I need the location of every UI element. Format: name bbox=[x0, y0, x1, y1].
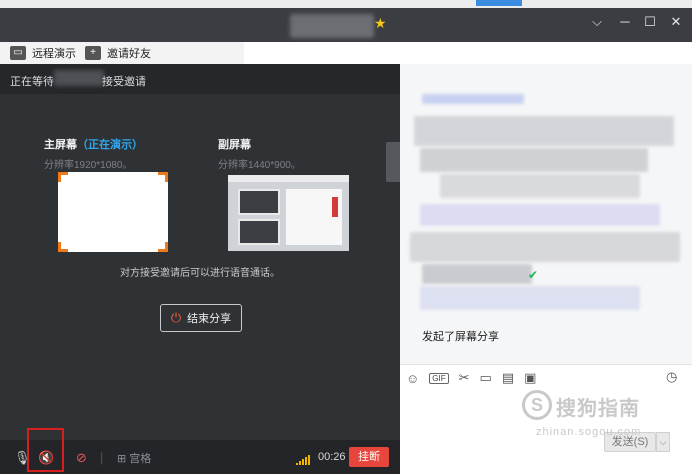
monitor-icon: ▭ bbox=[10, 46, 26, 60]
gif-icon[interactable]: GIF bbox=[429, 372, 449, 384]
thumb-window bbox=[238, 189, 280, 215]
watermark-text: 搜狗指南 bbox=[556, 398, 640, 420]
remote-demo-button[interactable]: ▭ 远程演示 bbox=[10, 45, 76, 61]
end-share-button[interactable]: ⏻ 结束分享 bbox=[160, 304, 242, 332]
top-strip bbox=[0, 0, 692, 8]
status-prefix: 正在等待 bbox=[10, 76, 54, 88]
main-screen-resolution: 分辨率1920*1080。 bbox=[44, 160, 133, 171]
voice-hint: 对方接受邀请后可以进行语音通话。 bbox=[120, 268, 280, 279]
thumb-red-mark bbox=[332, 197, 338, 217]
close-button[interactable]: ✕ bbox=[668, 14, 684, 30]
invite-friends-label: 邀请好友 bbox=[107, 48, 151, 60]
blurred-message bbox=[420, 286, 640, 310]
presenting-badge: （正在演示） bbox=[77, 139, 143, 151]
grid-label: 宫格 bbox=[129, 453, 152, 465]
plus-icon: + bbox=[85, 46, 101, 60]
blurred-message bbox=[440, 174, 640, 198]
blue-tab-edge bbox=[476, 0, 522, 6]
power-icon: ⏻ bbox=[170, 310, 182, 325]
invite-friends-button[interactable]: + 邀请好友 bbox=[85, 45, 151, 61]
screen-share-panel: 正在等待 接受邀请 主屏幕（正在演示） 分辨率1920*1080。 副屏幕 分辨… bbox=[0, 64, 400, 474]
camera-off-icon[interactable]: ⊘ bbox=[76, 450, 87, 466]
blurred-message bbox=[410, 232, 680, 262]
blurred-message bbox=[420, 204, 660, 226]
sub-screen-resolution: 分辨率1440*900。 bbox=[218, 160, 301, 171]
verified-icon: ✔ bbox=[528, 268, 539, 282]
sogou-watermark: S 搜狗指南 zhinan.sogou.com bbox=[522, 390, 682, 450]
thumb-window bbox=[238, 219, 280, 245]
scissors-icon[interactable]: ✂ bbox=[459, 370, 470, 386]
screen-share-message: 发起了屏幕分享 bbox=[422, 331, 499, 343]
waiting-status-bar: 正在等待 接受邀请 bbox=[0, 64, 400, 94]
main-screen-thumbnail[interactable] bbox=[58, 172, 168, 252]
blurred-message bbox=[422, 94, 524, 104]
signal-icon bbox=[296, 455, 310, 465]
divider: | bbox=[100, 450, 104, 465]
corner-marker bbox=[158, 172, 168, 182]
annotation-highlight bbox=[27, 428, 64, 472]
grid-button[interactable]: ⊞ 宫格 bbox=[117, 450, 151, 466]
history-icon[interactable]: ◷ bbox=[666, 369, 677, 385]
thumb-titlebar bbox=[228, 175, 349, 182]
chat-toolbar: ☺ GIF ✂ ▭ ▤ ▣ bbox=[406, 369, 536, 387]
message-list[interactable]: ✔ 发起了屏幕分享 bbox=[400, 64, 692, 364]
file-icon[interactable]: ▤ bbox=[502, 370, 514, 386]
main-screen-label: 主屏幕 bbox=[44, 139, 77, 151]
folder-icon[interactable]: ▭ bbox=[480, 370, 492, 386]
remote-demo-label: 远程演示 bbox=[32, 48, 76, 60]
end-share-label: 结束分享 bbox=[187, 313, 232, 325]
share-toolbar: ▭ 远程演示 + 邀请好友 bbox=[0, 42, 244, 64]
minimize-button[interactable]: ─ bbox=[617, 14, 633, 30]
sub-screen-thumbnail[interactable] bbox=[228, 175, 349, 251]
dropdown-icon[interactable]: ⌵ bbox=[589, 14, 605, 30]
chat-name-blurred bbox=[290, 14, 374, 38]
invitee-name-blurred bbox=[54, 70, 104, 86]
collapse-handle[interactable] bbox=[386, 142, 400, 182]
title-bar: ★ ⌵ ─ ☐ ✕ bbox=[0, 0, 692, 42]
hangup-button[interactable]: 挂断 bbox=[349, 447, 389, 467]
blurred-message bbox=[414, 116, 674, 146]
image-icon[interactable]: ▣ bbox=[524, 370, 536, 386]
blurred-message bbox=[420, 148, 648, 172]
star-icon[interactable]: ★ bbox=[374, 15, 387, 32]
grid-icon: ⊞ bbox=[117, 453, 127, 465]
corner-marker bbox=[58, 172, 68, 182]
sogou-logo-icon: S bbox=[522, 390, 552, 420]
watermark-url: zhinan.sogou.com bbox=[536, 426, 642, 438]
divider bbox=[400, 364, 692, 365]
emoji-icon[interactable]: ☺ bbox=[406, 371, 419, 386]
corner-marker bbox=[158, 242, 168, 252]
maximize-button[interactable]: ☐ bbox=[642, 14, 658, 30]
main-screen-title: 主屏幕（正在演示） bbox=[44, 136, 143, 152]
sub-screen-title: 副屏幕 bbox=[218, 139, 251, 151]
blurred-message bbox=[422, 264, 532, 284]
corner-marker bbox=[58, 242, 68, 252]
status-suffix: 接受邀请 bbox=[102, 76, 146, 88]
call-timer: 00:26 bbox=[318, 451, 346, 463]
